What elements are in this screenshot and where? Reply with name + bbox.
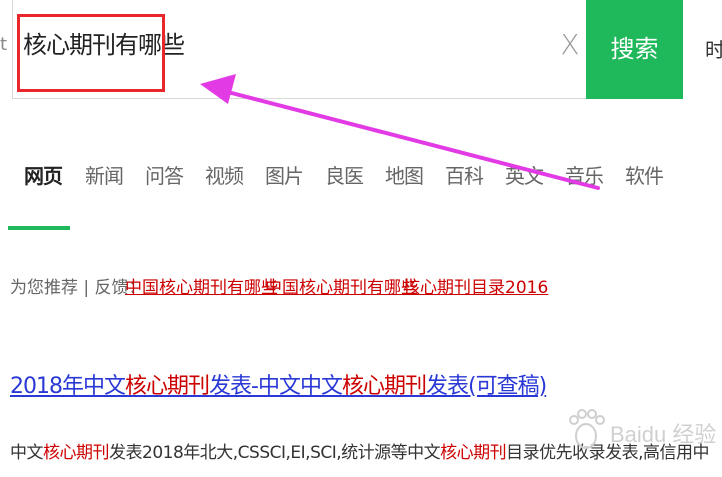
baidu-watermark: Baidu 经验 — [560, 404, 720, 460]
watermark-text: Baidu 经验 — [610, 422, 716, 447]
baidu-paw-icon: Baidu 经验 — [569, 409, 716, 449]
